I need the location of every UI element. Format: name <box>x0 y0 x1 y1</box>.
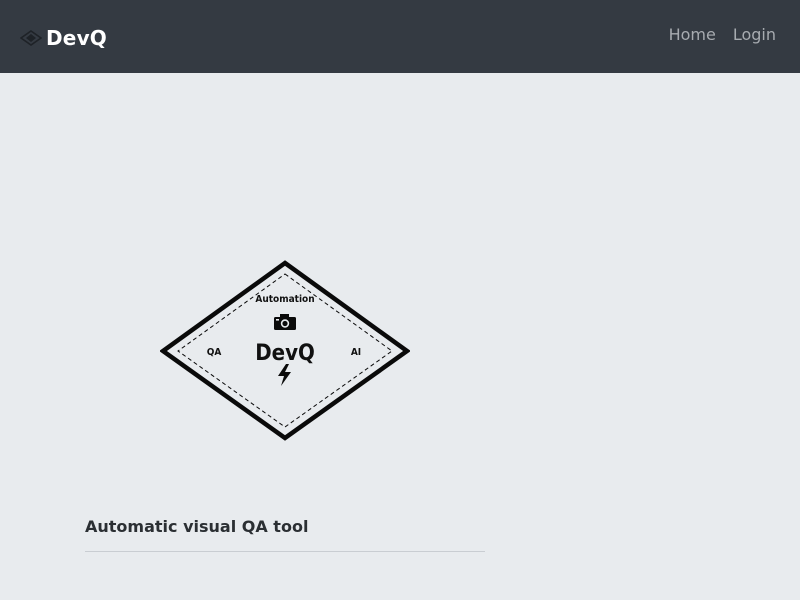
brand-link[interactable]: DevQ <box>19 24 108 52</box>
badge-center-label: DevQ <box>255 341 315 366</box>
badge-top-label: Automation <box>255 294 314 305</box>
camera-icon <box>274 314 296 330</box>
section-divider <box>85 551 485 552</box>
nav-links: Home Login <box>669 25 776 44</box>
badge-right-label: AI <box>351 347 361 358</box>
nav-login-link[interactable]: Login <box>733 25 776 44</box>
navbar: DevQ Home Login <box>0 0 800 73</box>
nav-home-link[interactable]: Home <box>669 25 716 44</box>
devq-logo-badge: Automation QA AI DevQ <box>160 260 410 442</box>
brand-name: DevQ <box>46 26 108 50</box>
logo-badge-graphic: Automation QA AI DevQ <box>160 260 410 441</box>
hero-tagline: Automatic visual QA tool <box>85 517 309 536</box>
badge-left-label: QA <box>207 347 222 358</box>
lightning-bolt-icon <box>278 364 291 386</box>
diamond-logo-icon <box>19 30 43 46</box>
